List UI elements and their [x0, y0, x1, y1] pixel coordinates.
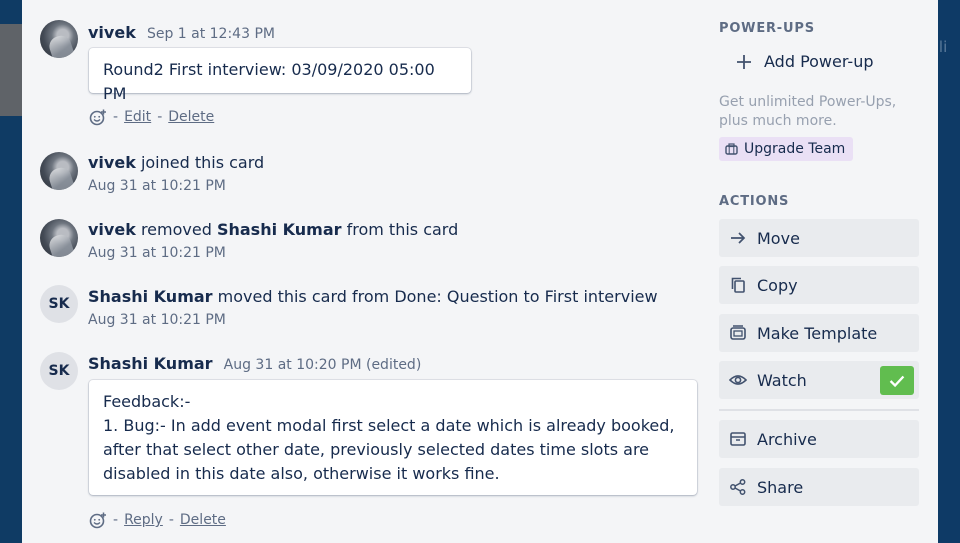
separator: - — [113, 109, 119, 125]
copy-icon — [731, 277, 745, 293]
activity-event: vivek joined this card — [88, 153, 264, 172]
archive-label: Archive — [757, 429, 817, 449]
upgrade-team-button[interactable]: Upgrade Team — [719, 137, 854, 161]
comment-line: Feedback:- — [103, 392, 191, 411]
share-icon — [730, 479, 746, 495]
activity-event: vivek removed Shashi Kumar from this car… — [88, 220, 458, 239]
comment-line: 1. Bug:- In add event modal first select… — [103, 416, 675, 435]
plus-icon — [737, 54, 751, 69]
event-text: moved this card from Done: Question to F… — [217, 287, 658, 306]
archive-button[interactable]: Archive — [719, 420, 919, 458]
avatar[interactable]: SK — [40, 285, 78, 323]
delete-link[interactable]: Delete — [180, 512, 226, 528]
event-text: removed — [140, 220, 212, 239]
copy-button[interactable]: Copy — [719, 266, 919, 304]
avatar[interactable] — [40, 152, 78, 190]
comment-actions: - Edit - Delete — [89, 108, 214, 126]
share-button[interactable]: Share — [719, 468, 919, 506]
add-reaction-icon[interactable] — [89, 108, 107, 126]
sidebar-divider — [719, 409, 919, 411]
board-backdrop-right — [938, 0, 960, 543]
watch-checked-badge — [880, 366, 914, 395]
separator: - — [157, 109, 163, 125]
separator: - — [168, 512, 174, 528]
avatar[interactable] — [40, 219, 78, 257]
checkmark-icon — [889, 375, 905, 387]
event-text: joined this card — [140, 153, 265, 172]
event-timestamp[interactable]: Aug 31 at 10:21 PM — [88, 312, 226, 328]
event-timestamp[interactable]: Aug 31 at 10:21 PM — [88, 178, 226, 194]
watch-label: Watch — [757, 370, 807, 390]
avatar[interactable]: SK — [40, 352, 78, 390]
comment-author[interactable]: Shashi Kumar — [88, 354, 213, 373]
comment-body: Feedback:- 1. Bug:- In add event modal f… — [89, 380, 697, 495]
make-template-button[interactable]: Make Template — [719, 314, 919, 352]
comment-text: Round2 First interview: 03/09/2020 05:00… — [103, 60, 435, 103]
comment-line: after that select other date, previously… — [103, 440, 650, 459]
backdrop-list-fragment — [0, 24, 22, 116]
event-author[interactable]: vivek — [88, 220, 136, 239]
watch-button[interactable]: Watch — [719, 361, 919, 399]
share-label: Share — [757, 477, 804, 497]
powerups-promo-text: Get unlimited Power-Ups, plus much more. — [719, 94, 897, 129]
separator: - — [113, 512, 119, 528]
add-reaction-icon[interactable] — [89, 511, 107, 529]
make-template-label: Make Template — [757, 323, 878, 343]
comment-line: disabled in this date also, otherwise it… — [103, 464, 500, 483]
briefcase-icon — [725, 143, 738, 155]
avatar[interactable] — [40, 20, 78, 58]
add-powerup-button[interactable]: Add Power-up — [736, 52, 873, 71]
archive-icon — [730, 432, 746, 446]
copy-label: Copy — [757, 275, 798, 295]
reply-link[interactable]: Reply — [124, 512, 163, 528]
comment-timestamp[interactable]: Aug 31 at 10:20 PM (edited) — [224, 357, 422, 373]
actions-heading: ACTIONS — [719, 194, 790, 209]
edit-link[interactable]: Edit — [124, 109, 151, 125]
card-detail-modal: vivek Sep 1 at 12:43 PM Round2 First int… — [22, 0, 938, 543]
comment-header: Shashi Kumar Aug 31 at 10:20 PM (edited) — [88, 354, 421, 373]
comment-timestamp[interactable]: Sep 1 at 12:43 PM — [147, 26, 275, 42]
event-target-member: Shashi Kumar — [216, 220, 342, 239]
powerups-heading: POWER-UPS — [719, 21, 815, 36]
event-text: from this card — [346, 220, 459, 239]
event-author[interactable]: vivek — [88, 153, 136, 172]
move-label: Move — [757, 228, 800, 248]
comment-author[interactable]: vivek — [88, 23, 136, 42]
event-timestamp[interactable]: Aug 31 at 10:21 PM — [88, 245, 226, 261]
comment-body: Round2 First interview: 03/09/2020 05:00… — [89, 48, 471, 103]
add-powerup-label: Add Power-up — [764, 52, 874, 71]
eye-icon — [729, 375, 747, 385]
comment-header: vivek Sep 1 at 12:43 PM — [88, 23, 275, 42]
delete-link[interactable]: Delete — [168, 109, 214, 125]
comment-actions: - Reply - Delete — [89, 511, 226, 529]
upgrade-team-label: Upgrade Team — [744, 141, 846, 157]
move-button[interactable]: Move — [719, 219, 919, 257]
arrow-right-icon — [731, 232, 746, 244]
template-icon — [730, 325, 746, 340]
activity-event: Shashi Kumar moved this card from Done: … — [88, 287, 658, 306]
event-author[interactable]: Shashi Kumar — [88, 287, 213, 306]
